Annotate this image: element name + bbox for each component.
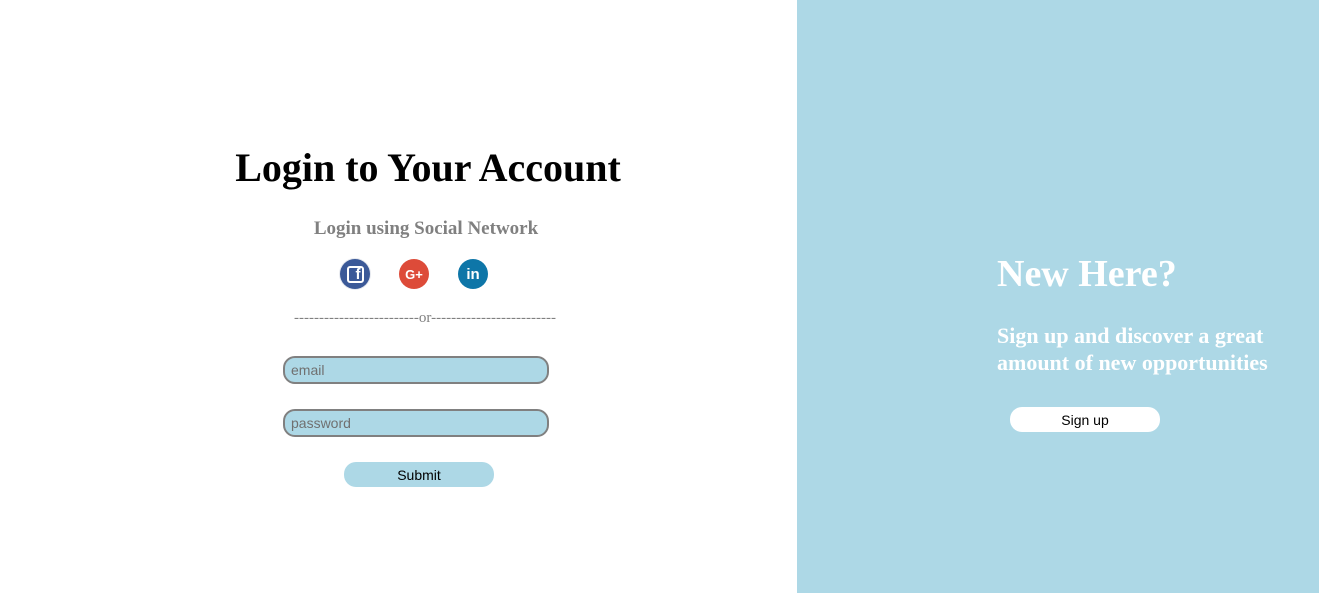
signup-panel <box>797 0 1319 593</box>
login-panel: Login to Your Account Login using Social… <box>0 0 797 593</box>
google-plus-icon[interactable]: G+ <box>399 259 429 289</box>
social-login-heading: Login using Social Network <box>313 218 539 239</box>
submit-button[interactable]: Submit <box>344 462 494 487</box>
login-title: Login to Your Account <box>235 145 621 190</box>
new-here-title: New Here? <box>997 253 1177 295</box>
facebook-icon[interactable]: f <box>340 259 370 289</box>
email-field[interactable] <box>283 356 549 384</box>
signup-description: Sign up and discover a great amount of n… <box>997 323 1268 375</box>
linkedin-icon[interactable]: in <box>458 259 488 289</box>
or-divider: -------------------------or-------------… <box>294 310 556 326</box>
password-field[interactable] <box>283 409 549 437</box>
linkedin-glyph: in <box>466 265 480 283</box>
signup-button[interactable]: Sign up <box>1010 407 1160 432</box>
google-plus-glyph: G+ <box>405 266 423 282</box>
facebook-glyph: f <box>346 265 364 283</box>
